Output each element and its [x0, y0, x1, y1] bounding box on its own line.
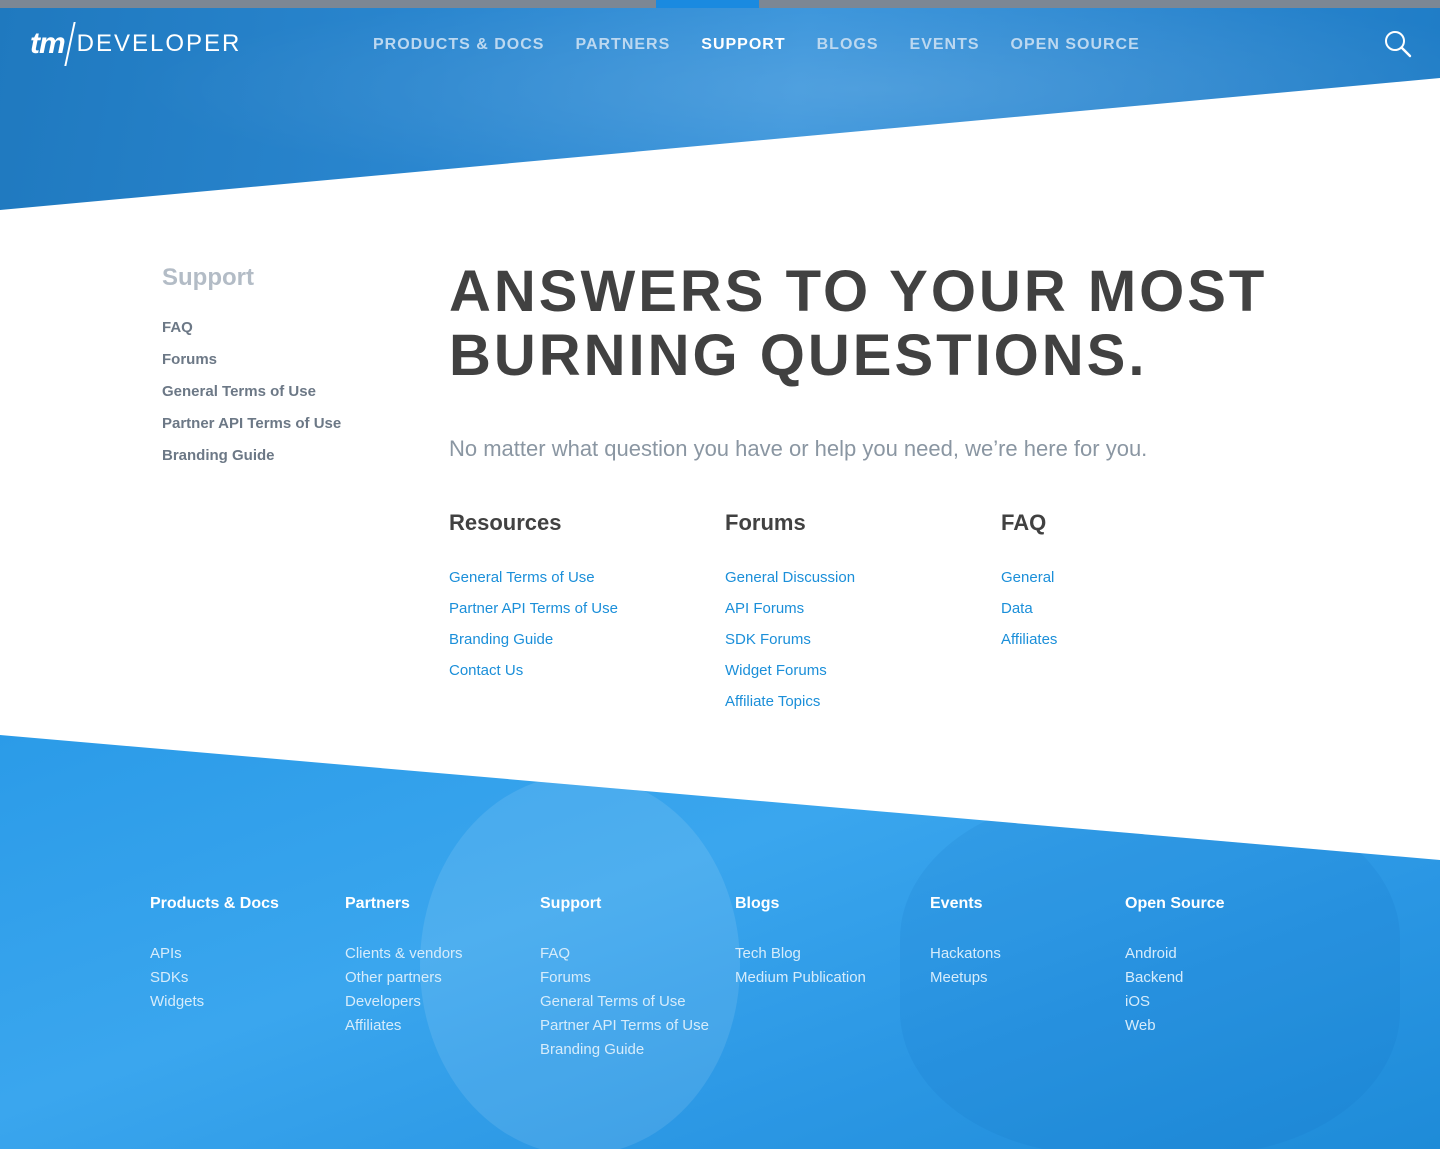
footer-column-blogs: Blogs Tech Blog Medium Publication — [735, 894, 905, 990]
footer-link[interactable]: Widgets — [150, 990, 320, 1014]
active-nav-indicator — [656, 0, 759, 8]
footer-column-events: Events Hackatons Meetups — [930, 894, 1100, 990]
resources-column: Resources General Terms of Use Partner A… — [449, 510, 719, 692]
footer-title-products[interactable]: Products & Docs — [150, 894, 320, 942]
forums-column: Forums General Discussion API Forums SDK… — [725, 510, 995, 723]
link-faq-data[interactable]: Data — [1001, 599, 1271, 630]
link-general-discussion[interactable]: General Discussion — [725, 568, 995, 599]
footer-column-partners: Partners Clients & vendors Other partner… — [345, 894, 515, 1038]
forums-title: Forums — [725, 510, 806, 535]
main-nav: Products & Docs Partners Support Blogs E… — [373, 36, 1140, 54]
footer-title-partners[interactable]: Partners — [345, 894, 515, 942]
sidebar-item-faq[interactable]: FAQ — [162, 318, 341, 350]
logo-divider — [63, 22, 76, 66]
sidebar-item-general-terms[interactable]: General Terms of Use — [162, 382, 341, 414]
logo-text: DEVELOPER — [76, 30, 242, 57]
link-partner-api-terms[interactable]: Partner API Terms of Use — [449, 599, 719, 630]
footer-link[interactable]: Developers — [345, 990, 515, 1014]
page-title-line-2: burning questions. — [449, 323, 1148, 388]
page-lead: No matter what question you have or help… — [449, 436, 1148, 461]
footer-title-open-source[interactable]: Open Source — [1125, 894, 1295, 942]
footer-link[interactable]: General Terms of Use — [540, 990, 710, 1014]
footer-link[interactable]: SDKs — [150, 966, 320, 990]
sidebar-nav: FAQ Forums General Terms of Use Partner … — [162, 318, 341, 478]
footer-link[interactable]: Forums — [540, 966, 710, 990]
footer-title-support[interactable]: Support — [540, 894, 710, 942]
footer-column-products: Products & Docs APIs SDKs Widgets — [150, 894, 320, 1014]
sidebar-item-partner-api-terms[interactable]: Partner API Terms of Use — [162, 414, 341, 446]
link-api-forums[interactable]: API Forums — [725, 599, 995, 630]
nav-events[interactable]: Events — [910, 36, 980, 54]
sidebar-item-branding-guide[interactable]: Branding Guide — [162, 446, 341, 478]
logo[interactable]: tm DEVELOPER — [30, 22, 241, 66]
link-faq-general[interactable]: General — [1001, 568, 1271, 599]
page-title-line-1: Answers to your most — [449, 259, 1268, 324]
link-affiliate-topics[interactable]: Affiliate Topics — [725, 692, 995, 723]
footer-link[interactable]: Branding Guide — [540, 1038, 710, 1062]
nav-products-docs[interactable]: Products & Docs — [373, 36, 544, 54]
page-title: Answers to your most burning questions. — [449, 260, 1349, 388]
footer-link[interactable]: Clients & vendors — [345, 942, 515, 966]
footer-column-open-source: Open Source Android Backend iOS Web — [1125, 894, 1295, 1038]
footer-link[interactable]: Meetups — [930, 966, 1100, 990]
footer-title-blogs[interactable]: Blogs — [735, 894, 905, 942]
footer-link[interactable]: Backend — [1125, 966, 1295, 990]
logo-mark: tm — [30, 27, 66, 60]
footer-link[interactable]: Web — [1125, 1014, 1295, 1038]
nav-open-source[interactable]: Open Source — [1011, 36, 1140, 54]
footer-link[interactable]: Other partners — [345, 966, 515, 990]
nav-blogs[interactable]: Blogs — [817, 36, 879, 54]
link-contact-us[interactable]: Contact Us — [449, 661, 719, 692]
link-general-terms[interactable]: General Terms of Use — [449, 568, 719, 599]
link-widget-forums[interactable]: Widget Forums — [725, 661, 995, 692]
faq-column: FAQ General Data Affiliates — [1001, 510, 1271, 661]
footer-link[interactable]: Partner API Terms of Use — [540, 1014, 710, 1038]
faq-title: FAQ — [1001, 510, 1047, 535]
footer-link[interactable]: FAQ — [540, 942, 710, 966]
footer-link[interactable]: Tech Blog — [735, 942, 905, 966]
footer-title-events[interactable]: Events — [930, 894, 1100, 942]
footer-link[interactable]: APIs — [150, 942, 320, 966]
nav-support[interactable]: Support — [701, 36, 785, 54]
footer-column-support: Support FAQ Forums General Terms of Use … — [540, 894, 710, 1062]
sidebar-title: Support — [162, 264, 254, 291]
footer-link[interactable]: Medium Publication — [735, 966, 905, 990]
nav-partners[interactable]: Partners — [575, 36, 670, 54]
link-sdk-forums[interactable]: SDK Forums — [725, 630, 995, 661]
link-faq-affiliates[interactable]: Affiliates — [1001, 630, 1271, 661]
footer-link[interactable]: Affiliates — [345, 1014, 515, 1038]
footer-link[interactable]: iOS — [1125, 990, 1295, 1014]
resources-title: Resources — [449, 510, 562, 535]
footer-link[interactable]: Hackatons — [930, 942, 1100, 966]
search-icon[interactable] — [1384, 30, 1412, 58]
link-branding-guide[interactable]: Branding Guide — [449, 630, 719, 661]
sidebar-item-forums[interactable]: Forums — [162, 350, 341, 382]
footer-link[interactable]: Android — [1125, 942, 1295, 966]
